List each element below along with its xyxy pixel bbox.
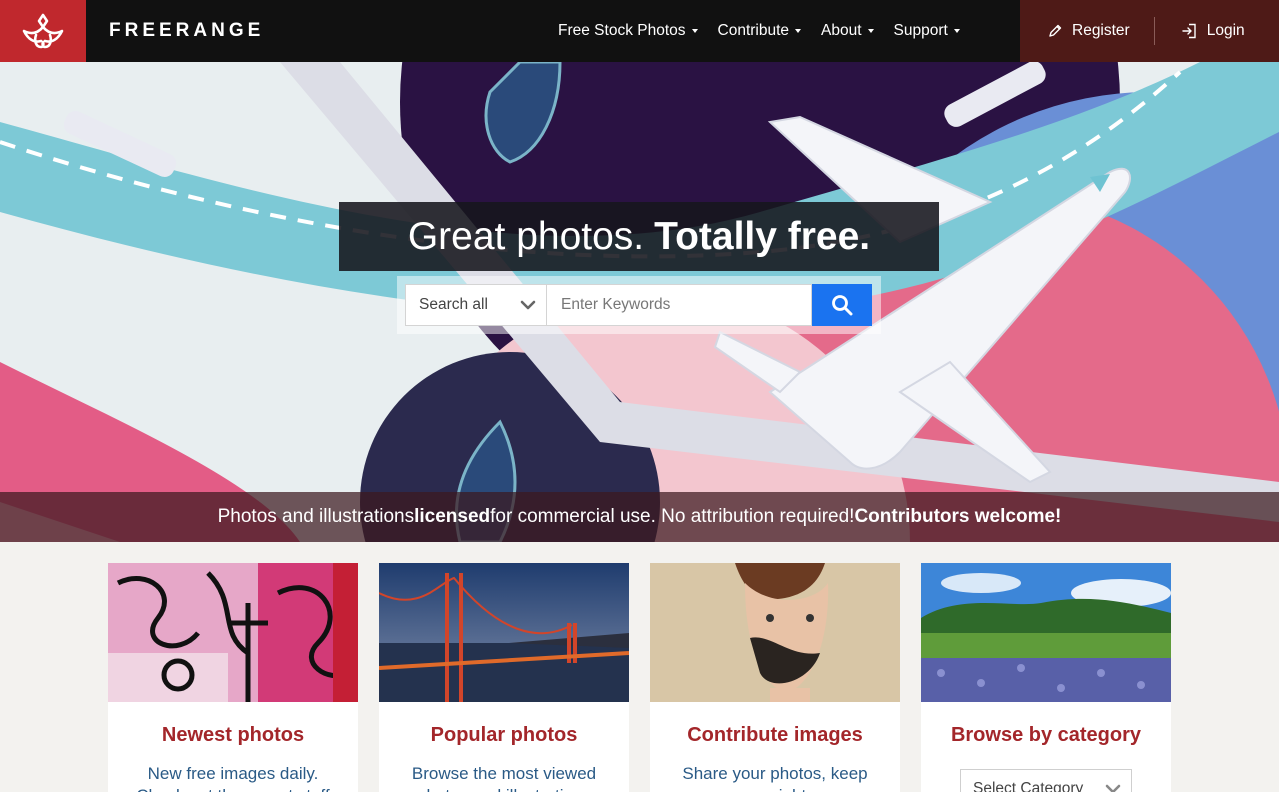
pencil-icon	[1049, 24, 1062, 37]
caret-down-icon	[691, 29, 698, 33]
divider	[1153, 17, 1155, 45]
headline-regular: Great photos.	[407, 214, 645, 258]
graffiti-thumbnail[interactable]	[108, 563, 358, 702]
main-menu: Free Stock Photos Contribute About Suppo…	[548, 0, 970, 62]
tagline-bold1: licensed	[414, 506, 491, 527]
chevron-down-icon	[520, 300, 536, 310]
search-input[interactable]	[547, 284, 812, 326]
category-select-value: Select Category	[973, 780, 1084, 792]
hero-tagline: Photos and illustrations licensed for co…	[0, 492, 1279, 542]
search-bar: Search all	[397, 276, 881, 334]
menu-label: Contribute	[717, 22, 790, 39]
category-select[interactable]: Select Category	[960, 769, 1132, 792]
hero-banner: Great photos. Totally free. Search all P…	[0, 62, 1279, 542]
card-browse-category[interactable]: Browse by category Select Category	[921, 563, 1171, 792]
login-label: Login	[1206, 22, 1245, 39]
card-description: Browse the most viewed photos and illust…	[411, 764, 597, 792]
tagline-bold2: Contributors welcome!	[854, 506, 1062, 527]
card-title[interactable]: Browse by category	[921, 724, 1171, 747]
login-button[interactable]: Login	[1181, 22, 1245, 40]
caret-down-icon	[953, 29, 960, 33]
painted-face-thumbnail[interactable]	[650, 563, 900, 702]
menu-about[interactable]: About	[821, 22, 874, 40]
headline-bold: Totally free.	[654, 214, 871, 258]
caret-down-icon	[867, 29, 874, 33]
menu-free-stock-photos[interactable]: Free Stock Photos	[558, 22, 698, 40]
tagline-part2: for commercial use. No attribution requi…	[490, 506, 855, 527]
menu-label: About	[821, 22, 862, 39]
freerange-logo-icon	[22, 13, 64, 49]
card-newest-photos[interactable]: Newest photos New free images daily. Che…	[108, 563, 358, 792]
account-area: Register Login	[1020, 0, 1279, 62]
card-description: New free images daily. Check out the rec…	[136, 764, 329, 792]
card-description: Share your photos, keep your rights	[682, 764, 868, 792]
register-button[interactable]: Register	[1048, 22, 1130, 40]
hero-headline: Great photos. Totally free.	[339, 202, 939, 271]
tagline-part1: Photos and illustrations	[217, 506, 415, 527]
card-contribute-images[interactable]: Contribute images Share your photos, kee…	[650, 563, 900, 792]
card-popular-photos[interactable]: Popular photos Browse the most viewed ph…	[379, 563, 629, 792]
brand-name[interactable]: FREERANGE	[109, 20, 264, 42]
register-label: Register	[1072, 22, 1130, 39]
search-icon	[832, 295, 853, 316]
chevron-down-icon	[1105, 784, 1121, 792]
caret-down-icon	[795, 29, 802, 33]
menu-contribute[interactable]: Contribute	[718, 22, 802, 40]
card-title[interactable]: Newest photos	[108, 724, 358, 747]
card-title[interactable]: Popular photos	[379, 724, 629, 747]
menu-support[interactable]: Support	[894, 22, 960, 40]
top-nav: FREERANGE Free Stock Photos Contribute A…	[0, 0, 1279, 62]
menu-label: Support	[893, 22, 948, 39]
search-button[interactable]	[812, 284, 872, 326]
search-scope-select[interactable]: Search all	[405, 284, 547, 326]
search-scope-value: Search all	[419, 296, 488, 313]
logo[interactable]	[0, 0, 86, 62]
menu-label: Free Stock Photos	[558, 22, 686, 39]
meadow-thumbnail[interactable]	[921, 563, 1171, 702]
card-title[interactable]: Contribute images	[650, 724, 900, 747]
golden-gate-thumbnail[interactable]	[379, 563, 629, 702]
login-icon	[1182, 23, 1196, 39]
